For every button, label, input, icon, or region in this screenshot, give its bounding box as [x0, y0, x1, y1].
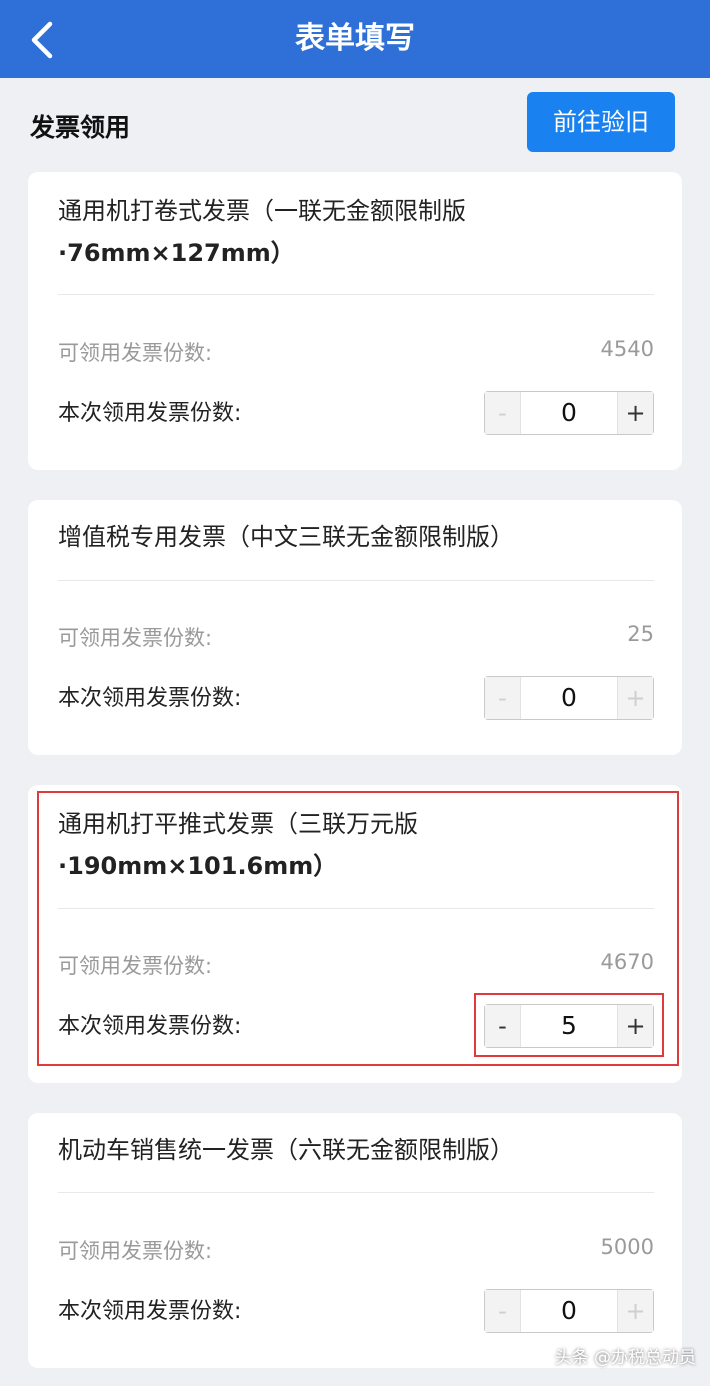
watermark: 头条 @办税总动员	[554, 1348, 696, 1368]
quantity-value[interactable]: 5	[521, 1005, 617, 1047]
invoice-name-line2: ·190mm×101.6mm）	[58, 852, 338, 880]
quantity-value[interactable]: 0	[521, 677, 617, 719]
invoice-card: 机动车销售统一发票（六联无金额限制版） 可领用发票份数: 5000 本次领用发票…	[28, 1113, 682, 1368]
increment-button[interactable]: +	[617, 1005, 653, 1047]
invoice-card: 通用机打平推式发票（三联万元版 ·190mm×101.6mm） 可领用发票份数:…	[28, 785, 682, 1083]
quantity-label: 本次领用发票份数:	[58, 1014, 242, 1039]
decrement-button[interactable]: -	[485, 677, 521, 719]
increment-button[interactable]: +	[617, 392, 653, 434]
decrement-button[interactable]: -	[485, 1290, 521, 1332]
quantity-label: 本次领用发票份数:	[58, 401, 242, 426]
quantity-label: 本次领用发票份数:	[58, 1299, 242, 1324]
available-value: 25	[627, 622, 654, 646]
quantity-value[interactable]: 0	[521, 1290, 617, 1332]
decrement-button[interactable]: -	[485, 1005, 521, 1047]
go-verify-button[interactable]: 前往验旧	[527, 92, 675, 152]
invoice-name-line1: 增值税专用发票（中文三联无金额限制版）	[58, 523, 514, 551]
divider	[58, 908, 654, 909]
quantity-stepper: - 5 +	[484, 1004, 654, 1048]
available-label: 可领用发票份数:	[58, 954, 213, 978]
invoice-name-line1: 通用机打平推式发票（三联万元版	[58, 810, 418, 838]
available-label: 可领用发票份数:	[58, 341, 213, 365]
quantity-stepper: - 0 +	[484, 1289, 654, 1333]
available-value: 4670	[600, 950, 654, 974]
increment-button[interactable]: +	[617, 677, 653, 719]
app-header: 表单填写	[0, 0, 710, 78]
increment-button[interactable]: +	[617, 1290, 653, 1332]
invoice-name-line1: 通用机打卷式发票（一联无金额限制版	[58, 197, 466, 225]
available-value: 4540	[600, 337, 654, 361]
invoice-name-line2: ·76mm×127mm）	[58, 239, 295, 267]
decrement-button[interactable]: -	[485, 392, 521, 434]
invoice-card: 增值税专用发票（中文三联无金额限制版） 可领用发票份数: 25 本次领用发票份数…	[28, 500, 682, 755]
available-value: 5000	[600, 1235, 654, 1259]
quantity-value[interactable]: 0	[521, 392, 617, 434]
available-label: 可领用发票份数:	[58, 1239, 213, 1263]
divider	[58, 1192, 654, 1193]
quantity-stepper: - 0 +	[484, 676, 654, 720]
invoice-card: 通用机打卷式发票（一联无金额限制版 ·76mm×127mm） 可领用发票份数: …	[28, 172, 682, 470]
divider	[58, 294, 654, 295]
quantity-stepper: - 0 +	[484, 391, 654, 435]
section-title: 发票领用	[30, 113, 131, 142]
available-label: 可领用发票份数:	[58, 626, 213, 650]
quantity-label: 本次领用发票份数:	[58, 686, 242, 711]
page-title: 表单填写	[295, 21, 415, 56]
invoice-name-line1: 机动车销售统一发票（六联无金额限制版）	[58, 1136, 514, 1164]
divider	[58, 580, 654, 581]
